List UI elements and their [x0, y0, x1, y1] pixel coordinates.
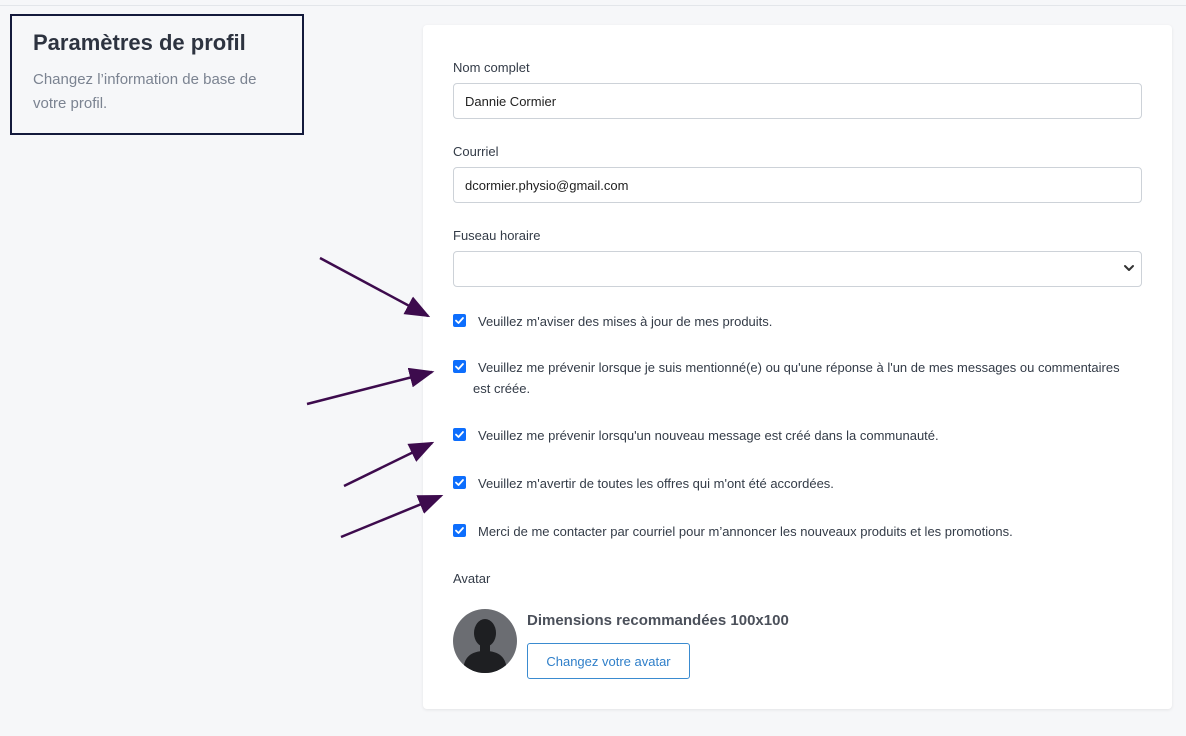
- annotation-arrow: [319, 256, 431, 318]
- checkbox-community-message[interactable]: [453, 428, 466, 441]
- checkbox-row-offers[interactable]: Veuillez m'avertir de toutes les offres …: [453, 473, 1133, 494]
- full-name-label: Nom complet: [453, 60, 530, 75]
- checkbox-label: Veuillez me prévenir lorsque je suis men…: [473, 360, 1120, 396]
- checkbox-label: Veuillez m'avertir de toutes les offres …: [478, 476, 834, 491]
- email-input[interactable]: [453, 167, 1142, 203]
- checkbox-row-promotions[interactable]: Merci de me contacter par courriel pour …: [453, 521, 1133, 542]
- full-name-input[interactable]: [453, 83, 1142, 119]
- checkbox-row-community-message[interactable]: Veuillez me prévenir lorsqu'un nouveau m…: [453, 425, 1133, 446]
- avatar-dimensions-text: Dimensions recommandées 100x100: [527, 612, 789, 629]
- top-divider: [0, 5, 1186, 6]
- page-subtitle: Changez l’information de base de votre p…: [33, 71, 257, 112]
- user-silhouette-icon: [463, 619, 507, 673]
- checkbox-row-product-updates[interactable]: Veuillez m'aviser des mises à jour de me…: [453, 311, 1133, 332]
- checkmark-icon: [455, 431, 464, 438]
- checkmark-icon: [455, 363, 464, 370]
- annotation-arrow: [343, 441, 435, 488]
- checkbox-row-mentions[interactable]: Veuillez me prévenir lorsque je suis men…: [453, 357, 1133, 399]
- timezone-label: Fuseau horaire: [453, 228, 541, 243]
- checkbox-label: Veuillez me prévenir lorsqu'un nouveau m…: [478, 428, 939, 443]
- avatar-label: Avatar: [453, 571, 491, 586]
- email-label: Courriel: [453, 144, 499, 159]
- page-title: Paramètres de profil: [33, 30, 246, 55]
- profile-form-card: Nom complet Courriel Fuseau horaire Veui…: [423, 25, 1172, 709]
- timezone-select-wrapper[interactable]: [453, 251, 1142, 287]
- checkbox-promotions[interactable]: [453, 524, 466, 537]
- checkbox-product-updates[interactable]: [453, 314, 466, 327]
- checkmark-icon: [455, 527, 464, 534]
- checkbox-label: Veuillez m'aviser des mises à jour de me…: [478, 314, 773, 329]
- annotation-arrow: [306, 367, 435, 406]
- checkmark-icon: [455, 479, 464, 486]
- checkbox-label: Merci de me contacter par courriel pour …: [478, 524, 1013, 539]
- change-avatar-button[interactable]: Changez votre avatar: [527, 643, 690, 679]
- page-header: Paramètres de profil Changez l’informati…: [10, 14, 304, 135]
- checkbox-offers[interactable]: [453, 476, 466, 489]
- checkmark-icon: [455, 317, 464, 324]
- timezone-select[interactable]: [453, 251, 1142, 287]
- checkbox-mentions[interactable]: [453, 360, 466, 373]
- avatar: [453, 609, 517, 673]
